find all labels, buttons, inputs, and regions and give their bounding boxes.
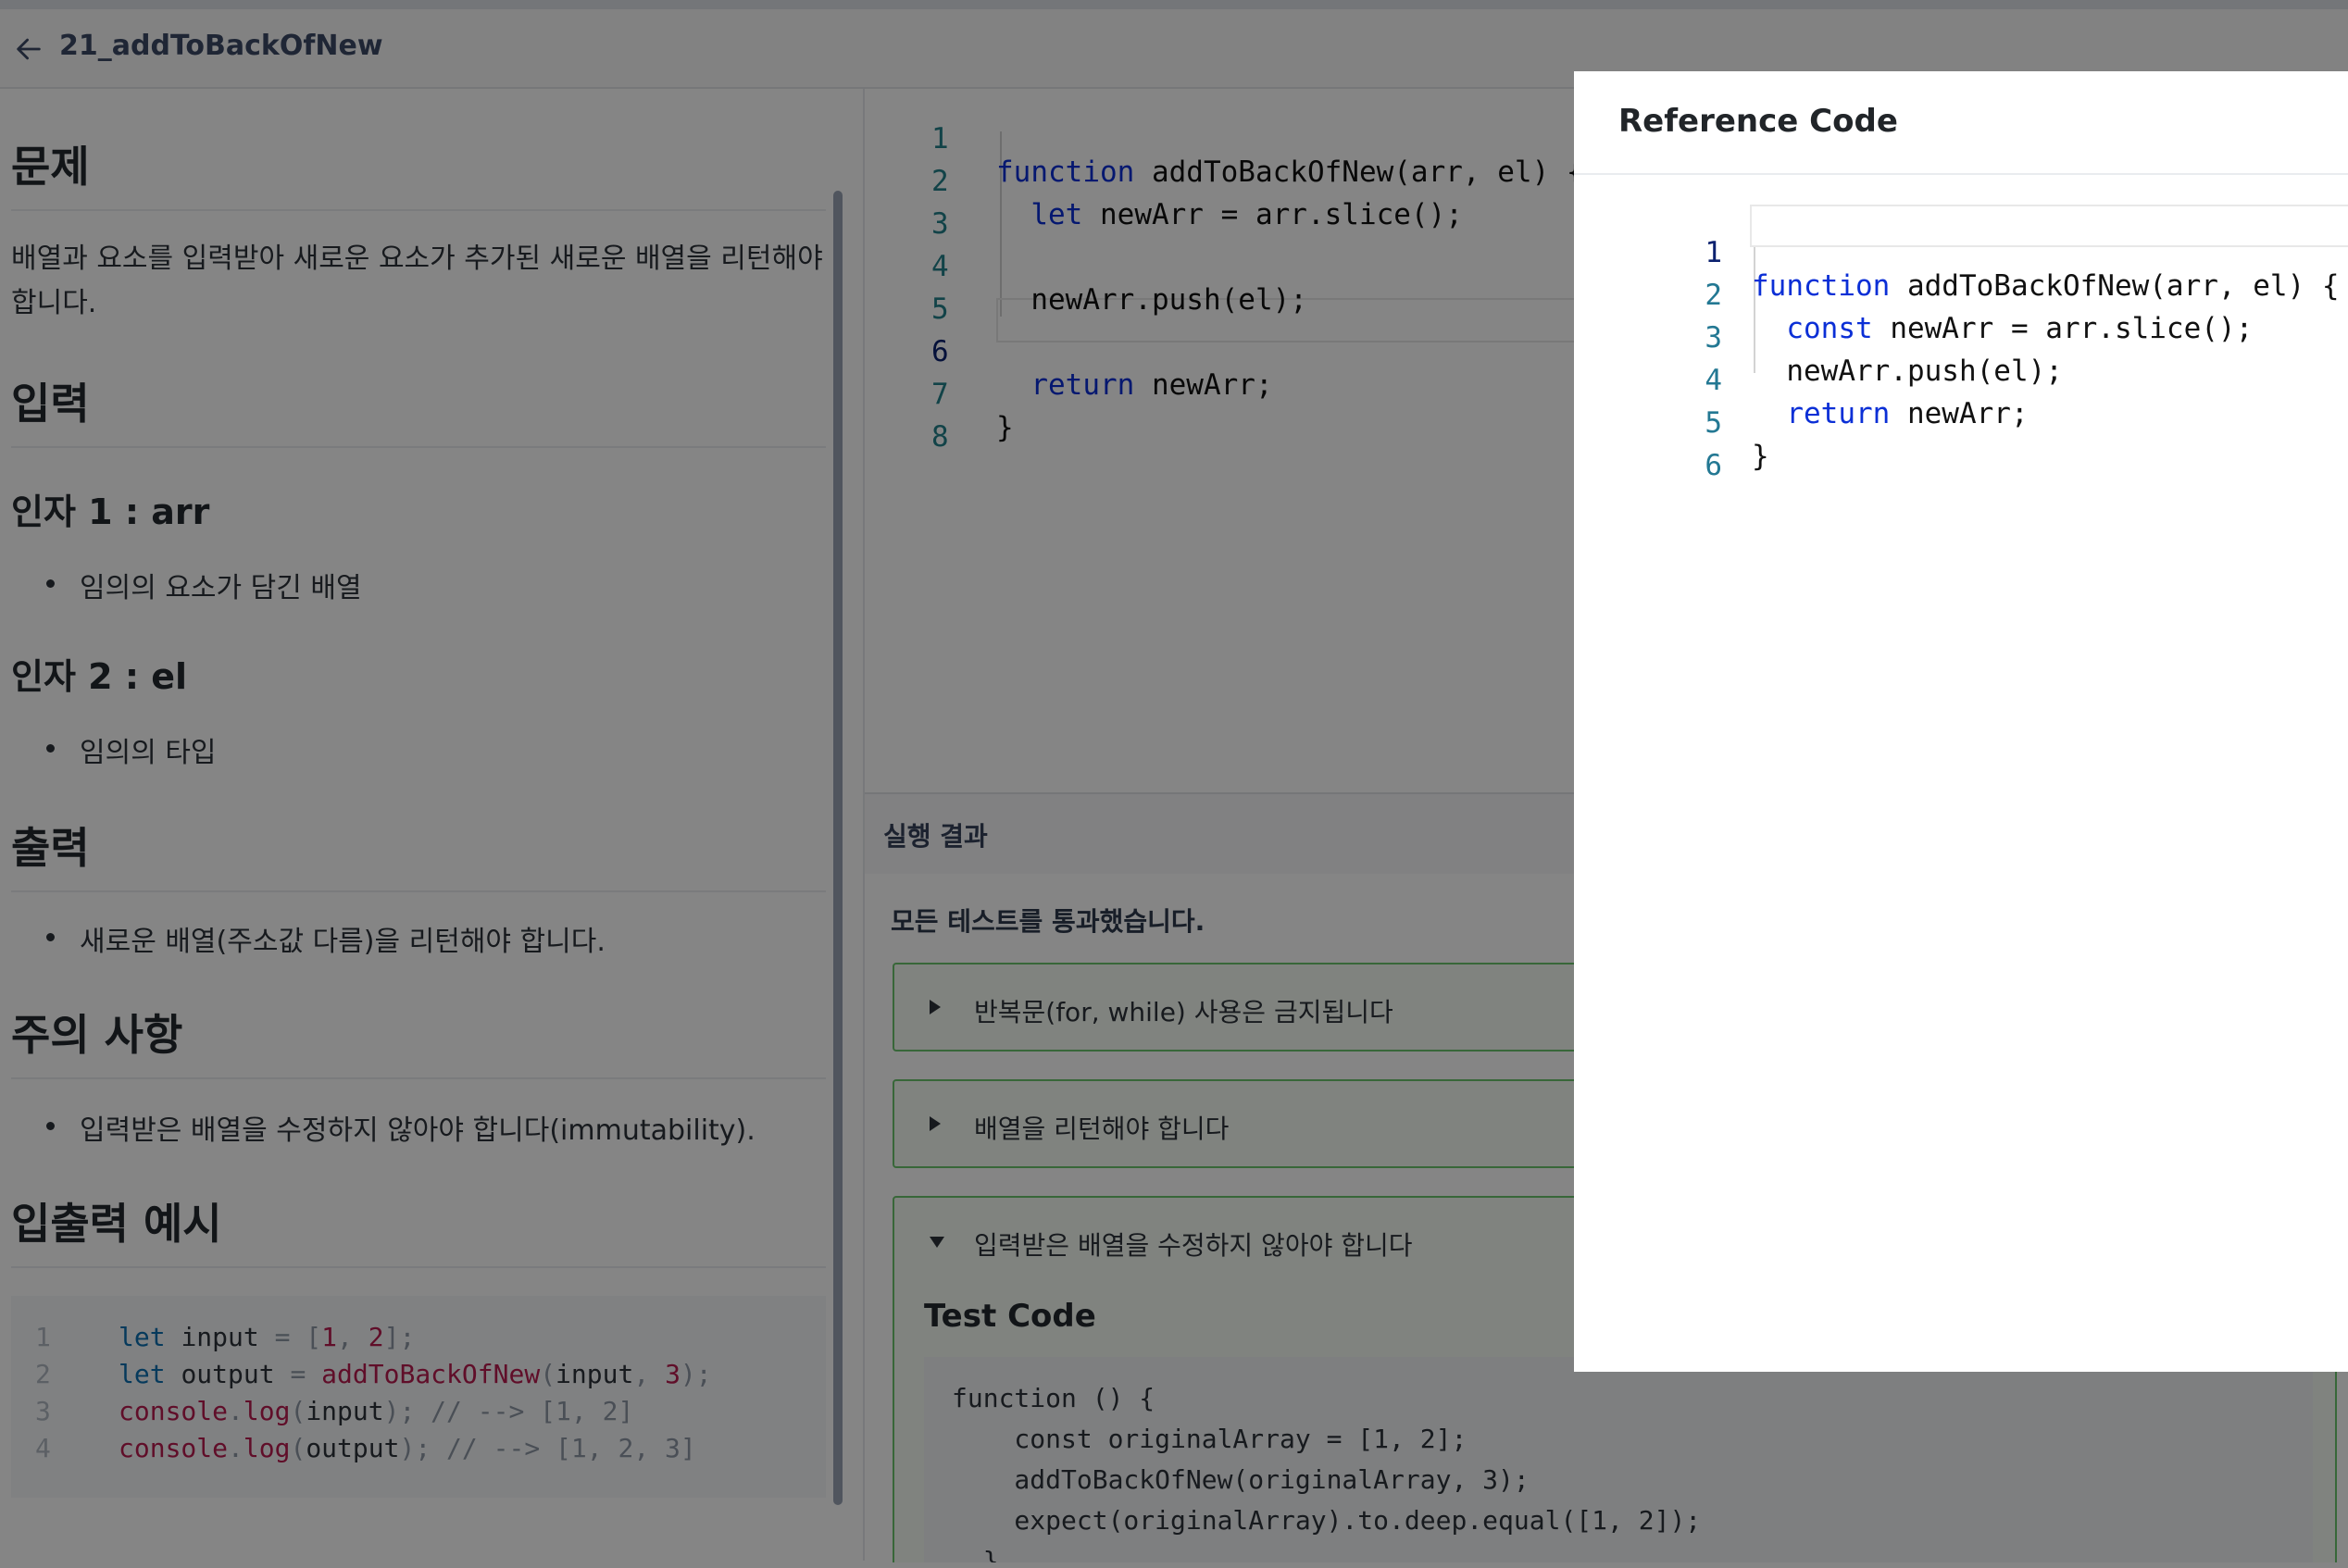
- reference-code-editor[interactable]: 1 function addToBackOfNew(arr, el) { 2 c…: [1574, 203, 2348, 573]
- reference-line-code: const newArr = arr.slice();: [1786, 312, 2254, 345]
- reference-line-number: 3: [1705, 321, 1722, 355]
- reference-line-number: 4: [1705, 364, 1722, 397]
- reference-line: 2 const newArr = arr.slice();: [1574, 245, 2253, 345]
- modal-header: Reference Code: [1574, 71, 2348, 175]
- reference-code-modal: Reference Code 1 function addToBackOfNew…: [1574, 71, 2348, 1372]
- modal-title: Reference Code: [1618, 103, 1898, 140]
- reference-line-number: 5: [1705, 406, 1722, 440]
- reference-line: 3 newArr.push(el);: [1574, 288, 2063, 388]
- reference-active-line: [1750, 205, 2348, 247]
- reference-line-number: 1: [1705, 236, 1722, 269]
- reference-line-code: }: [1752, 440, 1769, 473]
- reference-line: 5 }: [1574, 373, 1768, 473]
- reference-line-number: 2: [1705, 279, 1722, 312]
- reference-line: 6: [1574, 416, 1722, 482]
- reference-line: 4 return newArr;: [1574, 330, 2028, 430]
- reference-line-code: newArr.push(el);: [1752, 355, 2063, 388]
- reference-line-code: return newArr;: [1786, 397, 2029, 430]
- reference-line-code: function addToBackOfNew(arr, el) {: [1752, 269, 2340, 303]
- reference-line-number: 6: [1705, 449, 1722, 482]
- reference-line: 1 function addToBackOfNew(arr, el) {: [1574, 203, 2339, 303]
